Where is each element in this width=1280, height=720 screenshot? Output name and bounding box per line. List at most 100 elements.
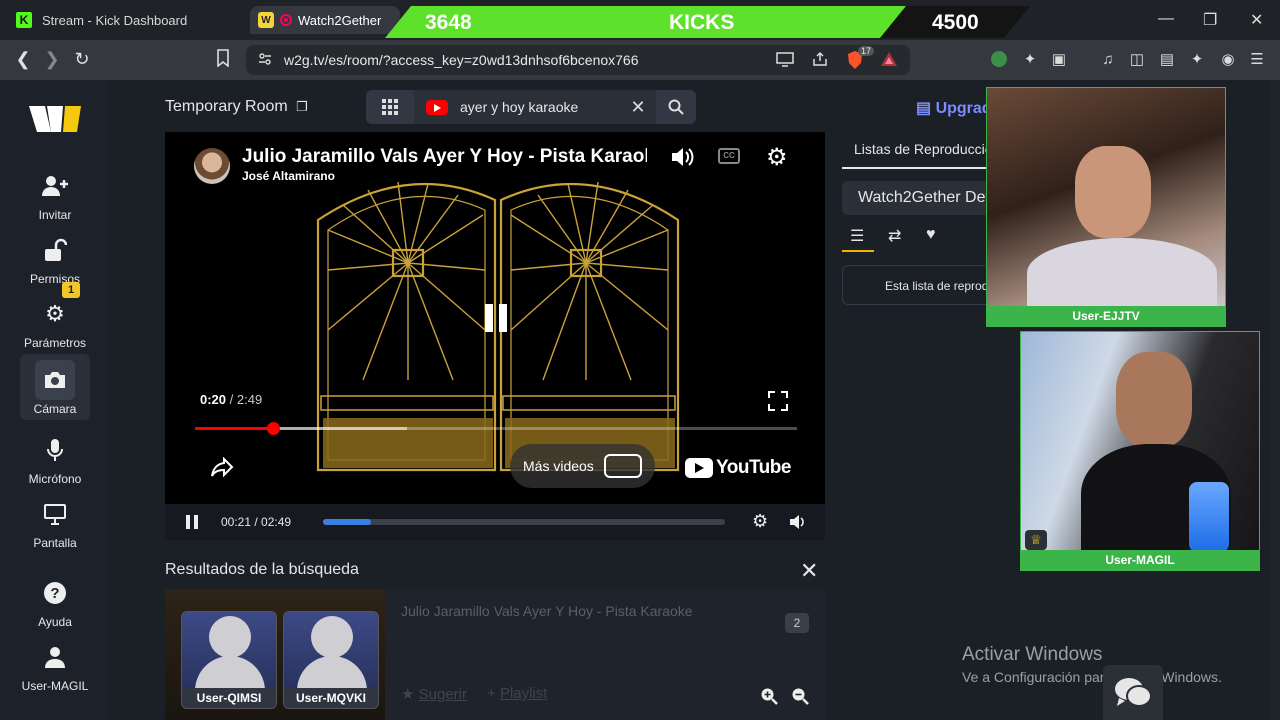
w2g-logo[interactable]: [27, 102, 83, 138]
cast-icon[interactable]: [776, 51, 794, 70]
camera-icon: [35, 360, 75, 400]
zoom-out-icon[interactable]: [791, 687, 809, 710]
close-window-icon[interactable]: ✕: [1250, 10, 1263, 30]
leo-ai-icon[interactable]: ✦: [1188, 51, 1206, 69]
extension-green-icon[interactable]: [991, 51, 1009, 69]
sidebar-item-microfono[interactable]: Micrófono: [20, 430, 90, 486]
kick-current-value: 3648: [425, 11, 472, 34]
user-tile[interactable]: User-QIMSI: [181, 611, 277, 709]
w2g-icon: W: [258, 12, 274, 28]
page-scrollbar[interactable]: [1270, 80, 1280, 720]
video-channel[interactable]: José Altamirano: [242, 169, 335, 183]
fullscreen-icon[interactable]: [767, 390, 789, 417]
restore-icon[interactable]: ❐: [1203, 10, 1217, 30]
suggest-button[interactable]: ★ Sugerir: [401, 685, 467, 703]
playlist-empty-message: Esta lista de reproducción está vacía: [842, 265, 1002, 305]
sidebar: Invitar Permisos 1 ⚙ Parámetros Cámara M…: [0, 80, 110, 720]
media-icon[interactable]: ♫: [1099, 51, 1117, 69]
result-count-badge: 2: [785, 613, 809, 633]
video-player[interactable]: Julio Jaramillo Vals Ayer Y Hoy - Pista …: [165, 132, 825, 504]
sidebar-item-ayuda[interactable]: ? Ayuda: [20, 573, 90, 629]
back-icon[interactable]: ❮: [12, 49, 34, 70]
pause-overlay-icon[interactable]: [483, 302, 511, 339]
sidebar-item-pantalla[interactable]: Pantalla: [20, 494, 90, 550]
close-results-icon[interactable]: ✕: [800, 558, 818, 584]
search-icon[interactable]: [656, 90, 696, 124]
extensions-icon[interactable]: ✦: [1021, 51, 1039, 69]
reader-icon[interactable]: ▣: [1050, 51, 1068, 69]
wallet-icon[interactable]: ▤: [1158, 51, 1176, 69]
youtube-source-icon[interactable]: [426, 99, 448, 115]
shuffle-icon[interactable]: ⇄: [888, 226, 901, 246]
avatar: [209, 616, 251, 658]
zoom-in-icon[interactable]: [760, 687, 778, 710]
copy-icon[interactable]: ❐: [296, 99, 308, 114]
share-icon[interactable]: [811, 51, 829, 70]
sidebar-item-permisos[interactable]: Permisos: [20, 230, 90, 286]
site-settings-icon[interactable]: [258, 52, 272, 69]
playback-progress[interactable]: [323, 519, 725, 525]
player-settings-icon[interactable]: ⚙: [752, 511, 768, 532]
sidebar-toggle-icon[interactable]: ◫: [1128, 51, 1146, 69]
recording-icon: [280, 14, 292, 26]
reload-icon[interactable]: ↻: [71, 49, 93, 70]
sidebar-item-label: Pantalla: [33, 536, 77, 550]
youtube-brand: YouTube: [716, 457, 791, 478]
sidebar-item-parametros[interactable]: ⚙ Parámetros: [20, 294, 90, 350]
clear-search-icon[interactable]: ✕: [620, 97, 656, 118]
webcam-face: [1116, 352, 1192, 448]
youtube-logo[interactable]: YouTube: [685, 457, 791, 479]
webcam-tile[interactable]: User-EJJTV: [986, 87, 1226, 327]
heart-icon[interactable]: ♥: [926, 226, 936, 244]
room-title-text: Temporary Room: [165, 98, 288, 115]
brave-rewards-icon[interactable]: [880, 51, 898, 70]
windows-activation-subtitle: Ve a Configuración para activar Windows.: [962, 669, 1222, 685]
sidebar-item-camara[interactable]: Cámara: [20, 354, 90, 420]
forward-icon[interactable]: ❯: [41, 49, 63, 70]
tab-watch2gether[interactable]: W Watch2Gether: [250, 6, 400, 34]
captions-icon[interactable]: CC: [718, 148, 740, 164]
pause-button[interactable]: [185, 515, 199, 534]
add-user-icon: [35, 166, 75, 206]
plus-icon: +: [487, 685, 496, 702]
kick-icon: K: [16, 12, 32, 28]
more-videos-button[interactable]: Más videos: [510, 444, 655, 488]
user-tile[interactable]: User-MQVKI: [283, 611, 379, 709]
sidebar-item-invitar[interactable]: Invitar: [20, 166, 90, 222]
search-input[interactable]: ayer y hoy karaoke: [460, 99, 620, 115]
playlist-select[interactable]: Watch2Gether Default: [842, 181, 1002, 215]
video-search-bar: ayer y hoy karaoke ✕: [366, 90, 696, 124]
room-title[interactable]: Temporary Room ❐: [165, 98, 308, 116]
microphone-icon: [35, 430, 75, 470]
address-bar[interactable]: w2g.tv/es/room/?access_key=z0wd13dnhsof6…: [246, 45, 910, 75]
share-icon[interactable]: [210, 456, 234, 482]
playlist-label: Playlist: [499, 685, 548, 702]
channel-avatar[interactable]: [194, 148, 230, 184]
sidebar-item-user[interactable]: User-MAGIL: [20, 637, 90, 693]
tab-underline: [842, 250, 874, 252]
menu-icon[interactable]: ☰: [1248, 51, 1266, 69]
vpn-icon[interactable]: ◉: [1219, 51, 1237, 69]
tab-label: Stream - Kick Dashboard: [42, 12, 188, 28]
youtube-progress-bar[interactable]: [195, 422, 797, 435]
tab-playlists[interactable]: Listas de Reproducción: [842, 141, 992, 169]
tab-kick-dashboard[interactable]: K Stream - Kick Dashboard: [8, 6, 248, 34]
list-icon[interactable]: ☰: [850, 226, 864, 246]
volume-icon[interactable]: [670, 146, 694, 173]
chat-button[interactable]: [1103, 665, 1163, 720]
settings-icon[interactable]: ⚙: [766, 143, 788, 172]
webcam-tile[interactable]: ♕ User-MAGIL: [1020, 331, 1260, 571]
w2g-control-bar: 00:21 / 02:49 ⚙: [165, 504, 825, 540]
bookmark-icon[interactable]: [212, 49, 234, 72]
progress-knob[interactable]: [267, 422, 280, 435]
apps-grid-icon[interactable]: [366, 90, 414, 124]
video-title[interactable]: Julio Jaramillo Vals Ayer Y Hoy - Pista …: [242, 146, 647, 168]
sidebar-item-label: Parámetros: [23, 336, 87, 350]
result-title[interactable]: Julio Jaramillo Vals Ayer Y Hoy - Pista …: [401, 603, 693, 619]
sidebar-item-label: Cámara: [33, 402, 77, 416]
add-to-playlist-button[interactable]: + Playlist: [487, 685, 547, 702]
player-volume-icon[interactable]: [789, 514, 807, 535]
browser-nav-bar: ❮ ❯ ↻ w2g.tv/es/room/?access_key=z0wd13d…: [0, 40, 1280, 80]
minimize-icon[interactable]: —: [1158, 10, 1174, 28]
upgrade-link[interactable]: ▤ Upgrad: [916, 98, 992, 118]
